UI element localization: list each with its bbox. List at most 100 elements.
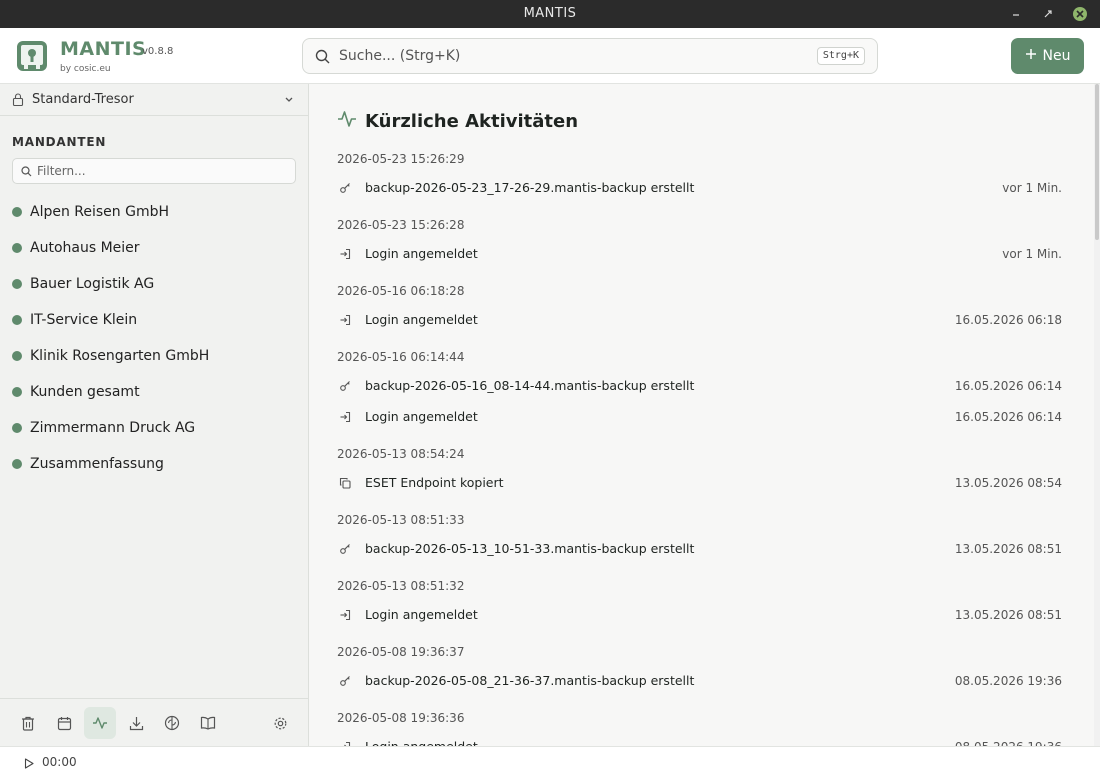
activity-text: Login angemeldet [365,312,478,327]
client-item[interactable]: IT-Service Klein [0,302,308,338]
window-titlebar: MANTIS [0,0,1100,28]
activity-entry[interactable]: Login angemeldet vor 1 Min. [337,238,1062,269]
client-filter-input[interactable]: Filtern... [12,158,296,184]
login-icon [337,607,353,623]
activity-entry[interactable]: Login angemeldet 13.05.2026 08:51 [337,599,1062,630]
scrollbar[interactable] [1094,84,1100,746]
timer-value: 00:00 [42,755,77,769]
brand-name: MANTIS [60,38,147,60]
calendar-icon[interactable] [48,707,80,739]
client-name: Klinik Rosengarten GmbH [30,348,210,364]
activity-text: backup-2026-05-23_17-26-29.mantis-backup… [365,180,695,195]
client-item[interactable]: Zimmermann Druck AG [0,410,308,446]
search-shortcut: Strg+K [816,47,865,65]
maximize-icon[interactable] [1040,6,1056,22]
activity-entry[interactable]: ESET Endpoint kopiert 13.05.2026 08:54 [337,467,1062,498]
activity-time: 13.05.2026 08:54 [954,475,1062,490]
activity-entry[interactable]: backup-2026-05-08_21-36-37.mantis-backup… [337,665,1062,696]
client-item[interactable]: Autohaus Meier [0,230,308,266]
download-icon[interactable] [120,707,152,739]
sidebar: Standard-Tresor MANDANTEN Filtern... Alp… [0,84,309,746]
login-icon [337,739,353,746]
activity-text: Login angemeldet [365,739,478,746]
page-title: Kürzliche Aktivitäten [365,110,579,132]
key-icon [337,541,353,557]
client-item[interactable]: Alpen Reisen GmbH [0,194,308,230]
activity-time: 16.05.2026 06:18 [954,312,1062,327]
clients-section-title: MANDANTEN [12,135,107,149]
activity-entry[interactable]: backup-2026-05-16_08-14-44.mantis-backup… [337,370,1062,401]
client-name: Zusammenfassung [30,456,164,472]
activity-entry[interactable]: Login angemeldet 16.05.2026 06:14 [337,401,1062,432]
activity-entry[interactable]: Login angemeldet 16.05.2026 06:18 [337,304,1062,335]
close-icon[interactable] [1072,6,1088,22]
activity-time: 08.05.2026 19:36 [954,673,1062,688]
new-button[interactable]: Neu [1011,38,1084,74]
brand-by: by cosic.eu [60,64,111,74]
activity-date: 2026-05-16 06:18:28 [337,284,465,298]
activity-header: Kürzliche Aktivitäten [337,110,578,132]
client-name: Autohaus Meier [30,240,140,256]
key-icon [337,378,353,394]
client-name: Alpen Reisen GmbH [30,204,170,220]
chevron-down-icon [284,94,294,109]
activity-text: Login angemeldet [365,246,478,261]
status-dot [12,459,22,469]
lock-icon [12,93,24,110]
status-bar: 00:00 [0,746,1100,778]
login-icon [337,246,353,262]
activity-entry[interactable]: backup-2026-05-23_17-26-29.mantis-backup… [337,172,1062,203]
login-icon [337,312,353,328]
activity-text: backup-2026-05-08_21-36-37.mantis-backup… [365,673,695,688]
client-item[interactable]: Klinik Rosengarten GmbH [0,338,308,374]
scrollbar-thumb[interactable] [1095,84,1099,240]
client-list: Alpen Reisen GmbH Autohaus Meier Bauer L… [0,194,308,482]
play-icon[interactable] [24,758,34,773]
mantis-logo-icon [16,40,48,72]
gear-icon[interactable] [264,707,296,739]
client-item[interactable]: Zusammenfassung [0,446,308,482]
client-item[interactable]: Bauer Logistik AG [0,266,308,302]
activity-entry[interactable]: Login angemeldet08.05.2026 19:36 [337,731,1062,746]
activity-date: 2026-05-08 19:36:36 [337,711,465,725]
app-header: MANTIS v0.8.8 by cosic.eu Suche... (Strg… [0,28,1100,84]
activity-date: 2026-05-13 08:54:24 [337,447,465,461]
brand: MANTIS v0.8.8 by cosic.eu [60,38,173,74]
key-icon [337,673,353,689]
vault-selector[interactable]: Standard-Tresor [0,84,308,116]
activity-icon [337,110,357,132]
activity-text: ESET Endpoint kopiert [365,475,504,490]
activity-text: Login angemeldet [365,607,478,622]
copy-icon [337,475,353,491]
client-item[interactable]: Kunden gesamt [0,374,308,410]
activity-time: 13.05.2026 08:51 [954,607,1062,622]
activity-date: 2026-05-23 15:26:28 [337,218,465,232]
brain-icon[interactable] [156,707,188,739]
activity-time: 16.05.2026 06:14 [954,378,1062,393]
activity-entry[interactable]: backup-2026-05-13_10-51-33.mantis-backup… [337,533,1062,564]
status-dot [12,207,22,217]
plus-icon [1025,48,1037,64]
app-version: v0.8.8 [142,46,174,57]
vault-name: Standard-Tresor [32,92,134,107]
status-dot [12,351,22,361]
client-name: Bauer Logistik AG [30,276,155,292]
status-dot [12,423,22,433]
status-dot [12,243,22,253]
minimize-icon[interactable] [1008,6,1024,22]
activity-icon[interactable] [84,707,116,739]
activity-time: vor 1 Min. [1002,180,1062,195]
book-icon[interactable] [192,707,224,739]
activity-date: 2026-05-08 19:36:37 [337,645,465,659]
activity-date: 2026-05-13 08:51:32 [337,579,465,593]
search-input[interactable]: Suche... (Strg+K) Strg+K [302,38,878,74]
search-placeholder: Suche... (Strg+K) [339,48,461,64]
trash-icon[interactable] [12,707,44,739]
sidebar-toolbar [0,698,308,746]
